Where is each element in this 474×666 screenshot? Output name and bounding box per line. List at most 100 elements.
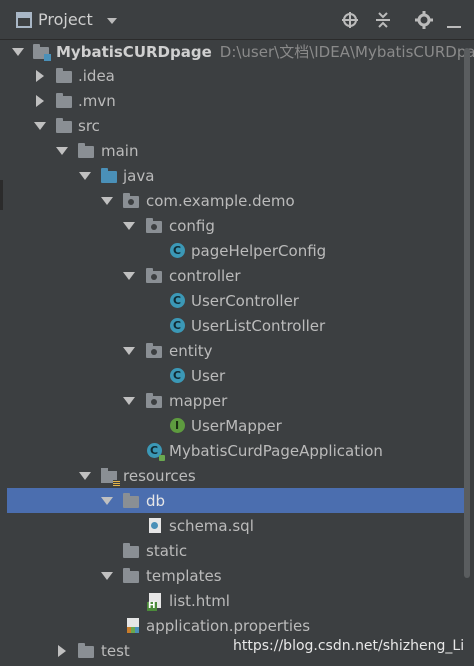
project-panel-header: Project bbox=[0, 0, 474, 40]
tree-item-label: UserController bbox=[191, 291, 299, 310]
tree-row-mapper[interactable]: mapper bbox=[0, 388, 460, 413]
tree-row-schema-sql[interactable]: schema.sql bbox=[0, 513, 460, 538]
project-tree: MybatisCURDpage D:\user\文档\IDEA\MybatisCU… bbox=[0, 40, 474, 666]
tree-row-idea[interactable]: .idea bbox=[0, 63, 460, 88]
folder-icon bbox=[55, 92, 73, 110]
tree-row-usermapper[interactable]: I UserMapper bbox=[0, 413, 460, 438]
tree-item-label: application.properties bbox=[146, 616, 311, 635]
package-icon bbox=[145, 267, 163, 285]
project-title: Project bbox=[38, 10, 93, 29]
html-file-icon bbox=[146, 592, 164, 611]
module-folder-icon bbox=[32, 43, 51, 61]
tree-item-label: list.html bbox=[169, 591, 230, 610]
expand-toggle-icon[interactable] bbox=[34, 69, 46, 82]
tree-row-entity[interactable]: entity bbox=[0, 338, 460, 363]
tree-item-label: test bbox=[101, 641, 130, 660]
vertical-scrollbar[interactable] bbox=[464, 48, 470, 578]
module-path: D:\user\文档\IDEA\MybatisCURDpage bbox=[219, 43, 474, 61]
expand-toggle-icon[interactable] bbox=[101, 195, 113, 207]
tree-row-mvn[interactable]: .mvn bbox=[0, 88, 460, 113]
tree-row-controller[interactable]: controller bbox=[0, 263, 460, 288]
folder-icon bbox=[77, 642, 95, 660]
tree-item-label: UserListController bbox=[191, 316, 326, 335]
expand-toggle-icon[interactable] bbox=[79, 170, 91, 182]
tree-item-label: controller bbox=[169, 266, 241, 285]
tree-row-package[interactable]: com.example.demo bbox=[0, 188, 460, 213]
tree-item-label: pageHelperConfig bbox=[191, 241, 327, 260]
tree-row-pagehelperconfig[interactable]: C pageHelperConfig bbox=[0, 238, 460, 263]
collapse-all-icon[interactable] bbox=[373, 10, 393, 30]
expand-toggle-icon[interactable] bbox=[123, 395, 135, 407]
tree-row-config[interactable]: config bbox=[0, 213, 460, 238]
tree-item-label: MybatisCurdPageApplication bbox=[169, 441, 383, 460]
resources-folder-icon bbox=[100, 467, 120, 486]
expand-toggle-icon[interactable] bbox=[79, 470, 91, 482]
folder-icon bbox=[122, 492, 140, 510]
tree-row-templates[interactable]: templates bbox=[0, 563, 460, 588]
source-folder-icon bbox=[100, 167, 118, 185]
expand-toggle-icon[interactable] bbox=[56, 644, 68, 657]
tree-row-db[interactable]: db bbox=[7, 488, 467, 513]
project-icon bbox=[16, 11, 32, 28]
tree-item-label: static bbox=[146, 541, 188, 560]
class-icon: C bbox=[168, 242, 186, 260]
class-icon: C bbox=[168, 292, 186, 310]
properties-file-icon bbox=[124, 617, 142, 635]
expand-toggle-icon[interactable] bbox=[34, 120, 46, 132]
expand-toggle-icon[interactable] bbox=[101, 495, 113, 507]
tree-item-label: java bbox=[123, 166, 155, 185]
folder-icon bbox=[55, 67, 73, 85]
tree-item-label: src bbox=[78, 116, 100, 135]
tree-item-label: .mvn bbox=[78, 91, 116, 110]
tree-row-list-html[interactable]: list.html bbox=[0, 588, 460, 613]
expand-toggle-icon[interactable] bbox=[12, 46, 24, 58]
class-icon: C bbox=[168, 317, 186, 335]
expand-toggle-icon[interactable] bbox=[34, 94, 46, 107]
tree-item-label: schema.sql bbox=[169, 516, 254, 535]
spring-app-icon: C bbox=[145, 442, 165, 461]
expand-toggle-icon[interactable] bbox=[56, 145, 68, 157]
tree-item-label: main bbox=[101, 141, 139, 160]
panel-edge bbox=[0, 180, 3, 210]
tree-item-label: db bbox=[146, 491, 166, 510]
chevron-down-icon bbox=[106, 17, 117, 24]
expand-toggle-icon[interactable] bbox=[123, 220, 135, 232]
project-view-selector[interactable]: Project bbox=[16, 10, 117, 29]
tree-item-label: com.example.demo bbox=[146, 191, 295, 210]
tree-item-label: resources bbox=[123, 466, 196, 485]
expand-toggle-icon[interactable] bbox=[123, 270, 135, 282]
tree-row-userlistcontroller[interactable]: C UserListController bbox=[0, 313, 460, 338]
locate-icon[interactable] bbox=[340, 10, 360, 30]
tree-item-label: config bbox=[169, 216, 215, 235]
package-icon bbox=[145, 342, 163, 360]
package-icon bbox=[145, 392, 163, 410]
watermark-text: https://blog.csdn.net/shizheng_Li bbox=[233, 638, 465, 654]
package-icon bbox=[122, 192, 140, 210]
hide-icon[interactable] bbox=[444, 10, 464, 30]
tree-item-label: UserMapper bbox=[191, 416, 282, 435]
folder-icon bbox=[55, 117, 73, 135]
tree-item-label: .idea bbox=[78, 66, 115, 85]
tree-row-user[interactable]: C User bbox=[0, 363, 460, 388]
tree-row-java[interactable]: java bbox=[0, 163, 460, 188]
interface-icon: I bbox=[168, 417, 186, 435]
sql-file-icon bbox=[146, 517, 164, 535]
tree-row-resources[interactable]: resources bbox=[0, 463, 460, 488]
folder-icon bbox=[122, 542, 140, 560]
tree-item-label: templates bbox=[146, 566, 222, 585]
tree-row-src[interactable]: src bbox=[0, 113, 460, 138]
expand-toggle-icon[interactable] bbox=[101, 570, 113, 582]
tree-item-label: User bbox=[191, 366, 226, 385]
tree-row-application-properties[interactable]: application.properties bbox=[0, 613, 460, 638]
module-name: MybatisCURDpage bbox=[56, 43, 212, 61]
expand-toggle-icon[interactable] bbox=[123, 345, 135, 357]
tree-row-root[interactable]: MybatisCURDpage D:\user\文档\IDEA\MybatisCU… bbox=[0, 39, 474, 64]
tree-row-main[interactable]: main bbox=[0, 138, 460, 163]
folder-icon bbox=[77, 142, 95, 160]
tree-row-static[interactable]: static bbox=[0, 538, 460, 563]
tree-row-application[interactable]: C MybatisCurdPageApplication bbox=[0, 438, 460, 463]
tree-item-label: entity bbox=[169, 341, 213, 360]
tree-row-usercontroller[interactable]: C UserController bbox=[0, 288, 460, 313]
tree-item-label: mapper bbox=[169, 391, 228, 410]
gear-icon[interactable] bbox=[414, 10, 434, 30]
